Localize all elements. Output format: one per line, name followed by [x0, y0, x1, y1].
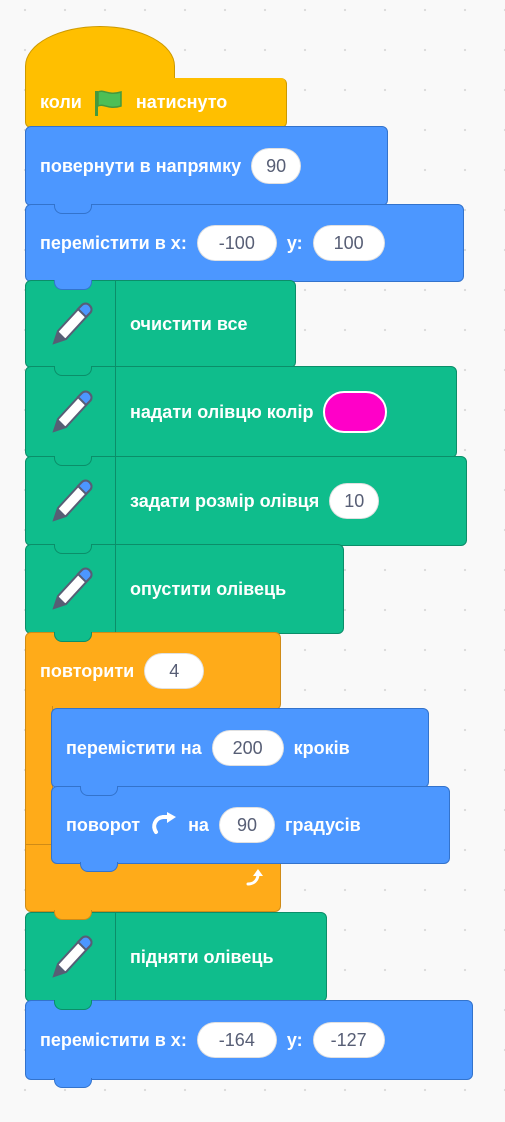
degrees-input[interactable]: 90 — [218, 807, 275, 843]
go-to-x-label: перемістити в х: — [40, 1029, 187, 1050]
turn-label-mid: на — [188, 814, 209, 835]
set-pen-color-label: надати олівцю колір — [130, 401, 314, 422]
block-notch — [54, 544, 92, 554]
hat-block-cap — [25, 26, 175, 86]
repeat-count-input[interactable]: 4 — [144, 653, 205, 689]
x-input[interactable]: -100 — [196, 225, 277, 261]
point-in-direction-block[interactable]: повернути в напрямку 90 — [25, 126, 388, 214]
pen-down-block[interactable]: опустити олівець — [25, 544, 344, 642]
block-notch — [54, 910, 92, 920]
pen-down-label: опустити олівець — [130, 578, 287, 599]
pen-clear-label: очистити все — [130, 313, 248, 334]
point-direction-label: повернути в напрямку — [40, 155, 242, 176]
pen-size-input[interactable]: 10 — [329, 483, 380, 519]
loop-arrow-icon — [242, 866, 266, 890]
hat-label-before: коли — [40, 92, 82, 112]
go-to-y-label: у: — [286, 232, 303, 253]
block-notch — [54, 366, 92, 376]
pen-extension-icon — [26, 281, 116, 367]
turn-label-after: градусів — [284, 814, 361, 835]
pen-up-block[interactable]: підняти олівець — [25, 912, 327, 1010]
when-flag-clicked-block[interactable]: коли натиснуто — [25, 78, 287, 128]
block-notch — [54, 632, 92, 642]
go-to-x-label: перемістити в х: — [40, 232, 187, 253]
hat-label-after: натиснуто — [135, 92, 228, 112]
move-label-before: перемістити на — [66, 737, 202, 758]
set-pen-size-label: задати розмір олівця — [130, 490, 320, 511]
pen-color-swatch[interactable] — [323, 391, 388, 433]
repeat-block-arm — [25, 706, 53, 846]
block-notch — [54, 456, 92, 466]
direction-input[interactable]: 90 — [251, 148, 302, 184]
rotate-right-icon — [150, 812, 178, 838]
block-notch — [54, 1000, 92, 1010]
repeat-block-header[interactable]: повторити 4 — [25, 632, 281, 710]
block-notch — [80, 862, 118, 872]
y-input[interactable]: 100 — [312, 225, 385, 261]
set-pen-size-block[interactable]: задати розмір олівця 10 — [25, 456, 467, 554]
green-flag-icon — [92, 89, 124, 117]
block-notch — [54, 1078, 92, 1088]
turn-label-before: поворот — [66, 814, 141, 835]
set-pen-color-block[interactable]: надати олівцю колір — [25, 366, 457, 466]
block-notch — [80, 786, 118, 796]
block-notch — [54, 280, 92, 290]
pen-extension-icon — [26, 545, 116, 633]
block-notch — [54, 204, 92, 214]
pen-clear-block[interactable]: очистити все — [25, 280, 296, 376]
go-to-y-label: у: — [286, 1029, 303, 1050]
y-input[interactable]: -127 — [312, 1022, 385, 1058]
move-steps-block[interactable]: перемістити на 200 кроків — [51, 708, 429, 796]
steps-input[interactable]: 200 — [211, 730, 284, 766]
move-label-after: кроків — [293, 737, 350, 758]
pen-extension-icon — [26, 457, 116, 545]
repeat-label: повторити — [40, 660, 135, 681]
turn-right-block[interactable]: поворот на 90 градусів — [51, 786, 450, 872]
pen-extension-icon — [26, 913, 116, 1001]
go-to-xy-block-2[interactable]: перемістити в х: -164 у: -127 — [25, 1000, 473, 1088]
scripts-area[interactable]: коли натиснуто повернути в напрямку 90 п… — [0, 0, 505, 1122]
go-to-xy-block[interactable]: перемістити в х: -100 у: 100 — [25, 204, 464, 290]
x-input[interactable]: -164 — [196, 1022, 277, 1058]
pen-extension-icon — [26, 367, 116, 457]
pen-up-label: підняти олівець — [130, 946, 274, 967]
